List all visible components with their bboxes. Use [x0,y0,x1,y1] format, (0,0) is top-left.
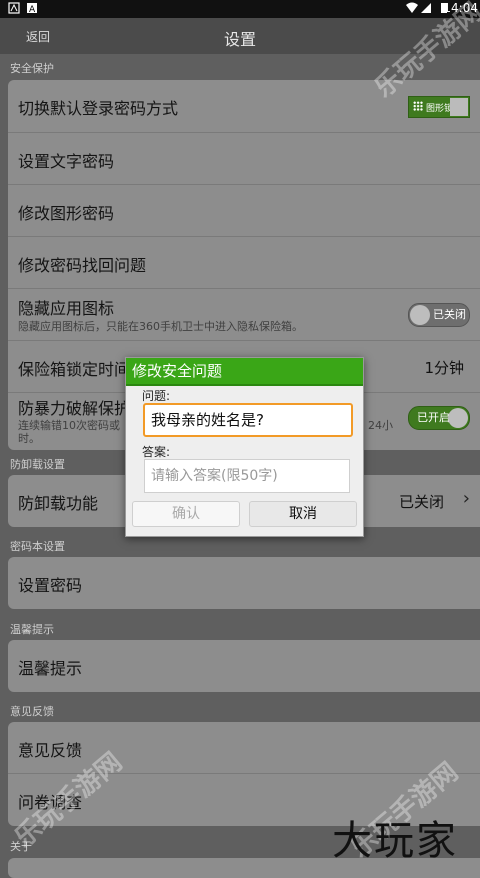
question-field[interactable]: 我母亲的姓名是? [143,403,353,437]
toggle-text: 已开启 [417,411,450,424]
toggle-knob [450,98,468,116]
dialog-title: 修改安全问题 [126,358,363,386]
row-hide-icon[interactable]: 隐藏应用图标 隐藏应用图标后，只能在360手机卫士中进入隐私保险箱。 已关闭 [8,289,480,341]
row-label: 修改密码找回问题 [18,256,147,275]
pattern-lock-toggle[interactable]: 图形锁 [408,96,470,118]
row-label: 防卸载功能 [18,494,99,513]
row-label: 防暴力破解保护 [18,399,131,418]
section-security: 安全保护 [10,62,54,75]
confirm-button[interactable]: 确认 [132,501,240,527]
app-icon: A [27,3,37,14]
toggle-knob [448,408,468,428]
notification-icon [8,2,20,14]
tips-card: 温馨提示 [8,640,480,692]
answer-label: 答案: [142,445,171,459]
row-label: 设置密码 [18,576,83,595]
signal-icon [421,3,431,13]
row-change-pattern-password[interactable]: 修改图形密码 [8,185,480,237]
brute-force-toggle[interactable]: 已开启 [408,406,470,430]
toggle-knob [410,305,430,325]
anti-uninstall-value: 已关闭 [398,493,444,511]
toggle-text: 图形锁 [426,104,454,114]
row-sublabel: 隐藏应用图标后，只能在360手机卫士中进入隐私保险箱。 [18,320,303,333]
row-change-recovery-question[interactable]: 修改密码找回问题 [8,237,480,289]
row-label: 保险箱锁定时间 [18,360,131,379]
toggle-text: 已关闭 [433,308,466,321]
row-set-text-password[interactable]: 设置文字密码 [8,133,480,185]
row-label: 设置文字密码 [18,152,115,171]
section-feedback: 意见反馈 [10,705,54,718]
lock-time-value: 1分钟 [424,359,464,377]
svg-text:A: A [29,5,36,14]
section-tips: 温馨提示 [10,623,54,636]
hide-icon-toggle[interactable]: 已关闭 [408,303,470,327]
row-label: 切换默认登录密码方式 [18,99,179,118]
section-uninstall: 防卸载设置 [10,458,65,471]
status-bar: A 14:04 [0,0,480,18]
pattern-grid-icon [413,101,423,111]
section-password-book: 密码本设置 [10,540,65,553]
answer-field[interactable]: 请输入答案(限50字) [144,459,350,493]
brand-watermark: 大玩家 [332,818,458,864]
password-book-card: 设置密码 [8,557,480,609]
row-set-password[interactable]: 设置密码 [8,557,480,609]
row-label: 意见反馈 [18,741,83,760]
row-label: 温馨提示 [18,659,83,678]
row-sublabel-tail: 24小 [368,419,393,432]
row-label: 隐藏应用图标 [18,299,115,318]
wifi-icon [406,2,418,13]
question-label: 问题: [142,389,171,403]
edit-security-question-dialog: 修改安全问题 问题: 我母亲的姓名是? 答案: 请输入答案(限50字) 确认 取… [125,357,364,537]
row-sublabel-2: 时。 [18,432,40,445]
cancel-button[interactable]: 取消 [249,501,357,527]
row-tips[interactable]: 温馨提示 [8,640,480,692]
chevron-right-icon: › [462,488,470,509]
row-switch-login[interactable]: 切换默认登录密码方式 图形锁 [8,80,480,133]
row-label: 修改图形密码 [18,204,115,223]
